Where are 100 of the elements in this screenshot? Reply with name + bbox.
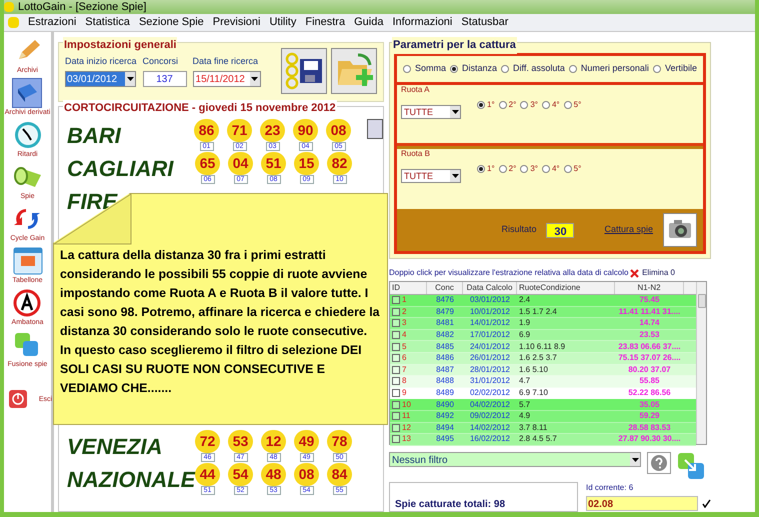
position-option[interactable]: 3° [520, 163, 538, 175]
radio-button[interactable] [501, 65, 510, 73]
draws-field[interactable]: 137 [142, 70, 187, 86]
table-cell-text: 8495 [435, 433, 455, 446]
radio-button[interactable] [564, 101, 572, 109]
checkbox[interactable] [392, 377, 400, 386]
field-label: Concorsi [142, 55, 180, 68]
table-cell-text: 8476 [435, 294, 455, 306]
radio-button[interactable] [477, 165, 485, 173]
table-row[interactable]: 2 8479 10/01/2012 1.5 1.7 2.4 11.41 11.41 31.... [390, 306, 696, 318]
radio-button[interactable] [498, 165, 507, 173]
table-cell-text: 1.10 6.11 8.9 [518, 340, 566, 353]
result-label: Risultato [501, 223, 536, 236]
position-option[interactable]: 1° [477, 163, 495, 175]
checkbox[interactable] [392, 342, 400, 351]
result-field[interactable]: 30 [546, 222, 574, 238]
wheel-dropdown[interactable]: TUTTE [401, 105, 461, 119]
table-row[interactable]: 10 8490 04/02/2012 5.7 35.05 [390, 399, 696, 411]
mode-option[interactable]: Somma [403, 62, 446, 76]
radio-button[interactable] [520, 165, 528, 173]
table-cell-text: 5.7 [518, 398, 532, 411]
table-row[interactable]: 7 8487 28/01/2012 1.6 5.10 80.20 37.07 [390, 364, 696, 376]
radio-button[interactable] [477, 101, 485, 109]
menu-item[interactable]: Guida [354, 14, 384, 31]
clock-icon [12, 120, 42, 150]
checkbox[interactable] [392, 412, 400, 420]
radio-button[interactable] [498, 101, 507, 109]
save-button[interactable] [281, 48, 327, 94]
position-option[interactable]: 2° [498, 99, 516, 111]
column-header[interactable]: Data Calcolo [463, 282, 517, 294]
table-row[interactable]: 3 8481 14/01/2012 1.9 14.74 [390, 318, 696, 330]
table-row[interactable]: 4 8482 17/01/2012 6.9 23.53 [390, 330, 696, 342]
radio-button[interactable] [450, 65, 458, 73]
table-row[interactable]: 9 8489 02/02/2012 6.9 7.10 52.22 86.56 [390, 388, 696, 400]
caret-icon [450, 170, 460, 182]
radio-button[interactable] [652, 65, 661, 73]
table-row[interactable]: 13 8495 16/02/2012 2.8 4.5 5.7 27.87 90.30 30.... [390, 434, 696, 446]
table-row[interactable]: 1 8476 03/01/2012 2.4 75.45 [390, 295, 696, 307]
table-cell: 12 [390, 422, 427, 434]
delete-button[interactable]: Elimina 0 [630, 267, 675, 279]
current-value-field[interactable]: 02.08 [586, 496, 698, 511]
radio-button[interactable] [542, 165, 550, 173]
mode-option[interactable]: Numeri personali [568, 62, 649, 76]
checkbox[interactable] [392, 296, 400, 304]
capture-link[interactable]: Cattura spie [604, 223, 653, 237]
mode-option[interactable]: Vertibile [652, 62, 697, 76]
scrollbar[interactable] [696, 282, 706, 444]
column-header[interactable]: RuoteCondizione [517, 282, 615, 294]
column-header[interactable]: ID [390, 282, 427, 294]
table-row[interactable]: 5 8485 24/01/2012 1.10 6.11 8.9 23.83 06.66 37.... [390, 341, 696, 353]
checkbox[interactable] [392, 319, 400, 328]
radio-button[interactable] [568, 65, 577, 73]
table-row[interactable]: 8 8488 31/01/2012 4.7 55.85 [390, 376, 696, 388]
date-dropdown[interactable]: 03/01/2012 [65, 70, 136, 86]
position-option[interactable]: 5° [564, 163, 582, 175]
checkbox[interactable] [392, 354, 400, 362]
radio-button[interactable] [542, 101, 550, 109]
filter-dropdown[interactable]: Nessun filtro [389, 452, 641, 467]
table-cell-text: 8494 [435, 422, 455, 434]
checkbox[interactable] [392, 400, 400, 409]
column-header[interactable]: Conc [427, 282, 463, 294]
table-cell-text: 03/01/2012 [468, 294, 512, 306]
caret-icon [250, 72, 260, 86]
date-dropdown[interactable]: 15/11/2012 [192, 70, 261, 86]
checkbox[interactable] [392, 424, 400, 432]
checkbox[interactable] [392, 389, 400, 398]
checkbox[interactable] [392, 435, 400, 444]
radio-button[interactable] [520, 101, 528, 109]
mode-option[interactable]: Distanza [450, 62, 498, 76]
swap-icon[interactable] [677, 452, 705, 480]
help-button[interactable] [647, 452, 671, 474]
menu-item[interactable]: Estrazioni [28, 14, 76, 31]
radio-button[interactable] [403, 65, 411, 73]
table-row[interactable]: 6 8486 26/01/2012 1.6 2.5 3.7 75.15 37.07 26.... [390, 352, 696, 365]
menu-item[interactable]: Utility [269, 14, 296, 31]
menu-item[interactable]: Statistica [85, 14, 130, 31]
position-option[interactable]: 4° [542, 163, 560, 175]
position-option[interactable]: 5° [564, 99, 582, 111]
wheel-dropdown[interactable]: TUTTE [401, 169, 461, 183]
column-header[interactable]: N1-N2 [615, 282, 684, 294]
menu-item[interactable]: Previsioni [212, 14, 260, 31]
position-option[interactable]: 2° [498, 163, 516, 175]
checkbox[interactable] [392, 331, 400, 340]
camera-button[interactable] [663, 213, 697, 247]
hint-text: Doppio click per visualizzare l'estrazione relativa alla data di calcolo [389, 267, 628, 279]
menu-item[interactable]: Finestra [305, 14, 346, 31]
position-option[interactable]: 4° [542, 99, 560, 111]
menu-item[interactable]: Statusbar [461, 14, 508, 31]
app-icon [4, 2, 14, 12]
table-cell-text: 31/01/2012 [468, 375, 512, 388]
checkbox[interactable] [392, 366, 400, 374]
table-row[interactable]: 12 8494 14/02/2012 3.7 8.11 28.58 83.53 [390, 422, 696, 434]
radio-button[interactable] [564, 165, 572, 173]
position-option[interactable]: 1° [477, 99, 495, 111]
position-option[interactable]: 3° [520, 99, 538, 111]
menu-item[interactable]: Informazioni [392, 14, 452, 31]
menu-item[interactable]: Sezione Spie [138, 14, 204, 31]
mode-option[interactable]: Diff. assoluta [501, 62, 565, 76]
checkbox[interactable] [392, 308, 400, 316]
table-row[interactable]: 11 8492 09/02/2012 4.9 59.29 [390, 410, 696, 423]
